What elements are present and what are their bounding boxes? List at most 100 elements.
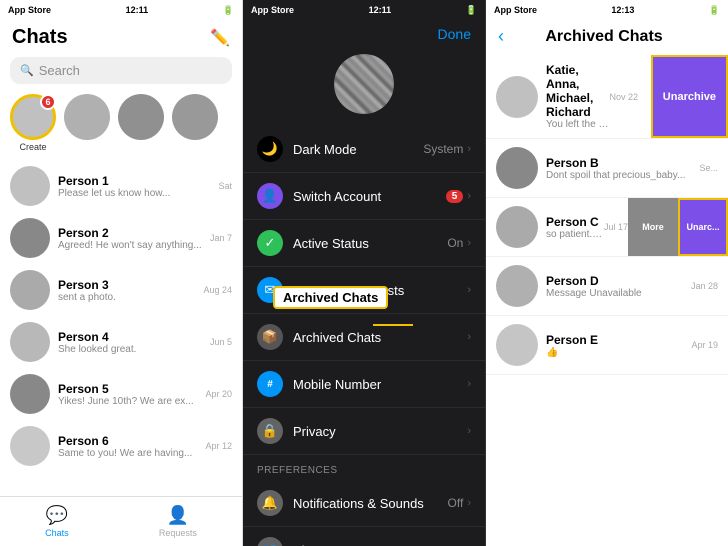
story-item-3[interactable] [118, 94, 164, 152]
status-bar-2: App Store 12:11 🔋 [243, 0, 485, 20]
privacy-label: Privacy [293, 424, 467, 439]
panel-chats: App Store 12:11 🔋 Chats ✏️ 🔍 Search 6 Cr… [0, 0, 243, 546]
mobile-number-icon: # [257, 371, 283, 397]
chat-item[interactable]: Person 2 Agreed! He won't say anything..… [0, 212, 242, 264]
archived-item[interactable]: Person D Message Unavailable Jan 28 [486, 257, 728, 316]
profile-avatar-area [243, 50, 485, 126]
active-status-label: Active Status [293, 236, 447, 251]
battery-icon-2: 🔋 [466, 5, 477, 16]
chat-content: Person 2 Agreed! He won't say anything..… [58, 226, 202, 251]
chat-name: Person 6 [58, 434, 197, 448]
settings-item-switch-account[interactable]: 👤 Switch Account 5 › [243, 173, 485, 220]
story-circle-create: 6 [10, 94, 56, 140]
settings-item-dark-mode[interactable]: 🌙 Dark Mode System › [243, 126, 485, 173]
active-status-value: On [447, 236, 463, 250]
archived-item[interactable]: Person B Dont spoil that precious_baby..… [486, 139, 728, 198]
chats-header: Chats ✏️ [0, 20, 242, 53]
archived-avatar [496, 147, 538, 189]
archived-avatar [496, 265, 538, 307]
archived-avatar [496, 206, 538, 248]
archived-msg: Dont spoil that precious_baby... [546, 170, 699, 181]
profile-avatar [334, 54, 394, 114]
settings-item-phone-contacts[interactable]: 👥 Phone Contacts › [243, 527, 485, 546]
chevron-icon: › [467, 425, 471, 437]
search-icon: 🔍 [20, 64, 34, 77]
archived-list: Katie, Anna, Michael, Richard You left t… [486, 55, 728, 546]
chat-time: Sat [218, 181, 232, 191]
settings-item-privacy[interactable]: 🔒 Privacy › [243, 408, 485, 455]
story-item-create[interactable]: 6 Create [10, 94, 56, 152]
chat-avatar [10, 270, 50, 310]
unarchive-button[interactable]: Unarc... [678, 198, 728, 256]
notifications-icon: 🔔 [257, 490, 283, 516]
chevron-icon: › [467, 284, 471, 296]
nav-item-requests[interactable]: 👤 Requests [159, 505, 197, 538]
archived-msg: so patient. Thank you.... [546, 229, 604, 240]
chats-title: Chats [12, 26, 68, 49]
archived-msg: Message Unavailable [546, 288, 691, 299]
switch-account-label: Switch Account [293, 189, 446, 204]
mobile-number-label: Mobile Number [293, 377, 467, 392]
time-2: 12:11 [369, 5, 392, 15]
chevron-icon: › [467, 497, 471, 509]
privacy-icon: 🔒 [257, 418, 283, 444]
archived-name: Person C [546, 215, 604, 229]
settings-item-notifications[interactable]: 🔔 Notifications & Sounds Off › [243, 480, 485, 527]
active-status-icon: ✓ [257, 230, 283, 256]
chat-time: Jan 7 [210, 233, 232, 243]
story-badge: 6 [40, 94, 56, 110]
compose-icon[interactable]: ✏️ [210, 28, 230, 48]
chat-item[interactable]: Person 1 Please let us know how... Sat [0, 160, 242, 212]
chat-item[interactable]: Person 5 Yikes! June 10th? We are ex... … [0, 368, 242, 420]
status-bar-1: App Store 12:11 🔋 [0, 0, 242, 20]
more-button[interactable]: More [628, 198, 678, 256]
archived-avatar [496, 76, 538, 118]
chevron-icon: › [467, 190, 471, 202]
archived-name: Person E [546, 333, 691, 347]
archived-time: Nov 22 [609, 92, 638, 102]
archived-content: Katie, Anna, Michael, Richard You left t… [546, 63, 609, 130]
unarchive-button[interactable]: Unarchive [651, 55, 728, 138]
archived-header: ‹ Archived Chats [486, 20, 728, 55]
settings-item-active-status[interactable]: ✓ Active Status On › [243, 220, 485, 267]
chevron-icon: › [467, 237, 471, 249]
chat-item[interactable]: Person 4 She looked great. Jun 5 [0, 316, 242, 368]
panel-archived: App Store 12:13 🔋 ‹ Archived Chats Katie… [486, 0, 728, 546]
settings-item-archived-chats[interactable]: 📦 Archived Chats › Archived Chats [243, 314, 485, 361]
dark-mode-icon: 🌙 [257, 136, 283, 162]
archived-msg: 👍 [546, 347, 691, 358]
stories-row: 6 Create [0, 90, 242, 160]
chat-msg: Agreed! He won't say anything... [58, 240, 202, 251]
chats-nav-label: Chats [45, 528, 69, 538]
back-button[interactable]: ‹ [498, 26, 504, 47]
archived-item[interactable]: Person C so patient. Thank you.... Jul 1… [486, 198, 728, 257]
nav-item-chats[interactable]: 💬 Chats [45, 505, 69, 538]
done-button[interactable]: Done [438, 26, 471, 42]
callout-archived: Archived Chats [273, 286, 388, 309]
phone-contacts-label: Phone Contacts [293, 543, 467, 546]
chat-name: Person 4 [58, 330, 202, 344]
battery-icon: 🔋 [223, 5, 234, 16]
store-label-1: App Store [8, 5, 51, 15]
archived-name: Person B [546, 156, 699, 170]
search-bar[interactable]: 🔍 Search [10, 57, 232, 84]
chat-avatar [10, 426, 50, 466]
chat-msg: Yikes! June 10th? We are ex... [58, 396, 197, 407]
dark-mode-label: Dark Mode [293, 142, 423, 157]
archived-time: Se... [699, 163, 718, 173]
chat-item[interactable]: Person 6 Same to you! We are having... A… [0, 420, 242, 472]
chat-time: Aug 24 [203, 285, 232, 295]
chat-content: Person 1 Please let us know how... [58, 174, 210, 199]
action-buttons: More Unarc... [628, 198, 728, 256]
archived-item[interactable]: Person E 👍 Apr 19 [486, 316, 728, 375]
chat-item[interactable]: Person 3 sent a photo. Aug 24 [0, 264, 242, 316]
archived-msg: You left the group. [546, 119, 609, 130]
chevron-icon: › [467, 378, 471, 390]
store-label-3: App Store [494, 5, 537, 15]
archived-item[interactable]: Katie, Anna, Michael, Richard You left t… [486, 55, 728, 139]
story-item-4[interactable] [172, 94, 218, 152]
archived-chats-icon: 📦 [257, 324, 283, 350]
story-item-2[interactable] [64, 94, 110, 152]
requests-nav-label: Requests [159, 528, 197, 538]
settings-item-mobile-number[interactable]: # Mobile Number › [243, 361, 485, 408]
